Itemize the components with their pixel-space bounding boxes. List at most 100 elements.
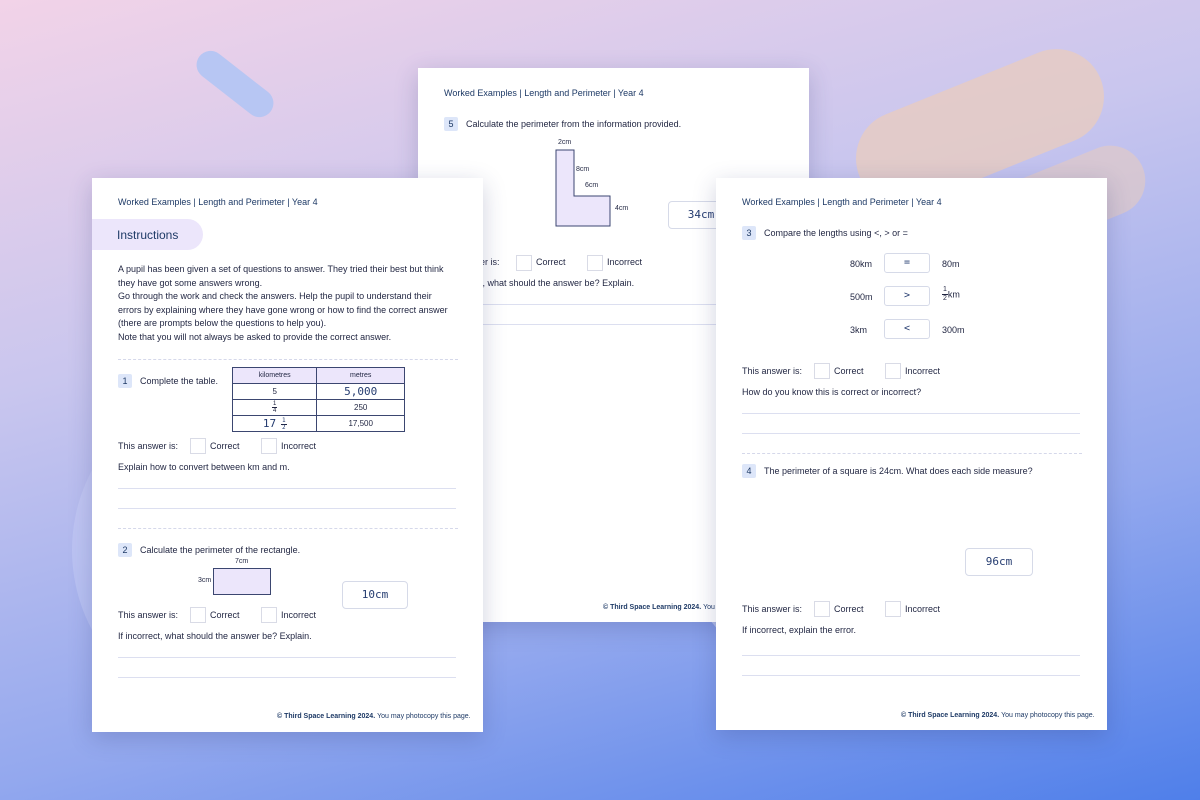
compare-left-3: 3km <box>850 325 868 335</box>
answer-line[interactable] <box>742 655 1080 656</box>
instructions-line: errors by explaining where they have gon… <box>118 304 448 315</box>
incorrect-label-q2: Incorrect <box>281 610 317 620</box>
instructions-line: Note that you will not always be asked t… <box>118 331 392 342</box>
worksheet-page-right: Worked Examples | Length and Perimeter |… <box>716 178 1107 730</box>
incorrect-checkbox-q2[interactable] <box>261 607 277 623</box>
answer-q2: 10cm <box>361 588 389 601</box>
table-header-km: kilometres <box>231 367 318 384</box>
incorrect-checkbox-q5[interactable] <box>587 255 603 271</box>
worksheet-page-left: Worked Examples | Length and Perimeter |… <box>92 178 483 732</box>
instructions-line: Go through the work and check the answer… <box>118 291 432 302</box>
question-1-text: Complete the table. <box>140 376 219 386</box>
answer-box-q2[interactable]: 10cm <box>342 581 408 609</box>
incorrect-label-q4: Incorrect <box>905 604 941 614</box>
fraction-quarter: 14 <box>272 401 278 414</box>
background-pill-blue <box>190 45 280 123</box>
rectangle-diagram <box>213 568 271 595</box>
correct-label-q5: Correct <box>536 257 566 267</box>
question-number-5: 5 <box>444 117 458 131</box>
answer-box-q4[interactable]: 96cm <box>965 548 1033 576</box>
table-cell-handwritten: 17 12 <box>231 415 318 432</box>
page-footer: © Third Space Learning 2024. You may pho… <box>901 712 1095 719</box>
l-shape-diagram <box>555 149 611 227</box>
table-cell: 5 <box>231 383 318 400</box>
compare-right-2: 1 2 km <box>942 286 960 302</box>
answer-line[interactable] <box>742 675 1080 676</box>
question-5-text: Calculate the perimeter from the informa… <box>466 119 682 129</box>
instructions-banner: Instructions <box>92 219 203 250</box>
answer-q4: 96cm <box>985 555 1013 568</box>
answer-q5: 34cm <box>687 208 715 221</box>
question-number-3: 3 <box>742 226 756 240</box>
instructions-line: they have got some answers wrong. <box>118 277 263 288</box>
answer-status-label: This answer is: <box>118 610 179 620</box>
table-cell: 17,500 <box>316 415 405 432</box>
q3-prompt: How do you know this is correct or incor… <box>742 387 922 397</box>
table-row: 5 5,000 <box>231 383 405 400</box>
page-header: Worked Examples | Length and Perimeter |… <box>118 197 318 207</box>
incorrect-label-q1: Incorrect <box>281 441 317 451</box>
label-2cm: 2cm <box>558 139 572 146</box>
label-7cm: 7cm <box>235 558 249 565</box>
instructions-text: A pupil has been given a set of question… <box>118 263 468 345</box>
q5-prompt-fragment: t, what should the answer be? Explain. <box>480 278 635 288</box>
table-cell: 250 <box>316 399 405 416</box>
question-2-text: Calculate the perimeter of the rectangle… <box>140 545 301 555</box>
correct-label-q1: Correct <box>210 441 240 451</box>
answer-status-label: This answer is: <box>742 604 803 614</box>
question-number-4: 4 <box>742 464 756 478</box>
section-divider <box>742 453 1082 454</box>
q4-prompt: If incorrect, explain the error. <box>742 625 857 635</box>
correct-checkbox-q1[interactable] <box>190 438 206 454</box>
table-row: 17 12 17,500 <box>231 415 405 432</box>
compare-symbol-3: < <box>903 323 911 334</box>
incorrect-checkbox-q1[interactable] <box>261 438 277 454</box>
page-header: Worked Examples | Length and Perimeter |… <box>444 88 644 98</box>
correct-label-q4: Correct <box>834 604 864 614</box>
compare-right-3: 300m <box>942 325 965 335</box>
answer-status-label: This answer is: <box>118 441 179 451</box>
instructions-line: A pupil has been given a set of question… <box>118 264 444 274</box>
compare-symbol-box-1[interactable]: = <box>884 253 930 273</box>
section-divider <box>118 359 458 360</box>
question-3-text: Compare the lengths using <, > or = <box>764 228 908 238</box>
compare-symbol-box-2[interactable]: > <box>884 286 930 306</box>
page-footer-fragment: © Third Space Learning 2024. You r <box>603 604 720 611</box>
compare-symbol-2: > <box>903 290 911 301</box>
compare-symbol-box-3[interactable]: < <box>884 319 930 339</box>
conversion-table: kilometres metres 5 5,000 14 250 17 12 1… <box>231 367 405 432</box>
correct-checkbox-q5[interactable] <box>516 255 532 271</box>
incorrect-checkbox-q4[interactable] <box>885 601 901 617</box>
label-3cm: 3cm <box>198 577 212 584</box>
answer-line[interactable] <box>742 413 1080 414</box>
answer-line[interactable] <box>118 488 456 489</box>
answer-line[interactable] <box>118 677 456 678</box>
incorrect-label-q3: Incorrect <box>905 366 941 376</box>
compare-left-1: 80km <box>850 259 873 269</box>
page-footer: © Third Space Learning 2024. You may pho… <box>277 713 471 720</box>
answer-line[interactable] <box>118 508 456 509</box>
correct-checkbox-q3[interactable] <box>814 363 830 379</box>
correct-checkbox-q4[interactable] <box>814 601 830 617</box>
question-4-text: The perimeter of a square is 24cm. What … <box>764 466 1033 476</box>
answer-line[interactable] <box>118 657 456 658</box>
label-4cm: 4cm <box>615 205 629 212</box>
table-cell-handwritten: 5,000 <box>316 383 405 400</box>
instructions-title: Instructions <box>117 228 179 242</box>
compare-left-2: 500m <box>850 292 873 302</box>
correct-checkbox-q2[interactable] <box>190 607 206 623</box>
section-divider <box>118 528 458 529</box>
table-cell: 14 <box>231 399 318 416</box>
incorrect-label-q5: Incorrect <box>607 257 643 267</box>
correct-label-q3: Correct <box>834 366 864 376</box>
table-header-m: metres <box>316 367 405 384</box>
label-8cm: 8cm <box>576 166 590 173</box>
answer-line[interactable] <box>742 433 1080 434</box>
table-row: 14 250 <box>231 399 405 416</box>
correct-label-q2: Correct <box>210 610 240 620</box>
label-6cm: 6cm <box>585 182 599 189</box>
incorrect-checkbox-q3[interactable] <box>885 363 901 379</box>
answer-status-label: This answer is: <box>742 366 803 376</box>
q2-prompt: If incorrect, what should the answer be?… <box>118 631 312 641</box>
compare-symbol-1: = <box>903 257 911 268</box>
